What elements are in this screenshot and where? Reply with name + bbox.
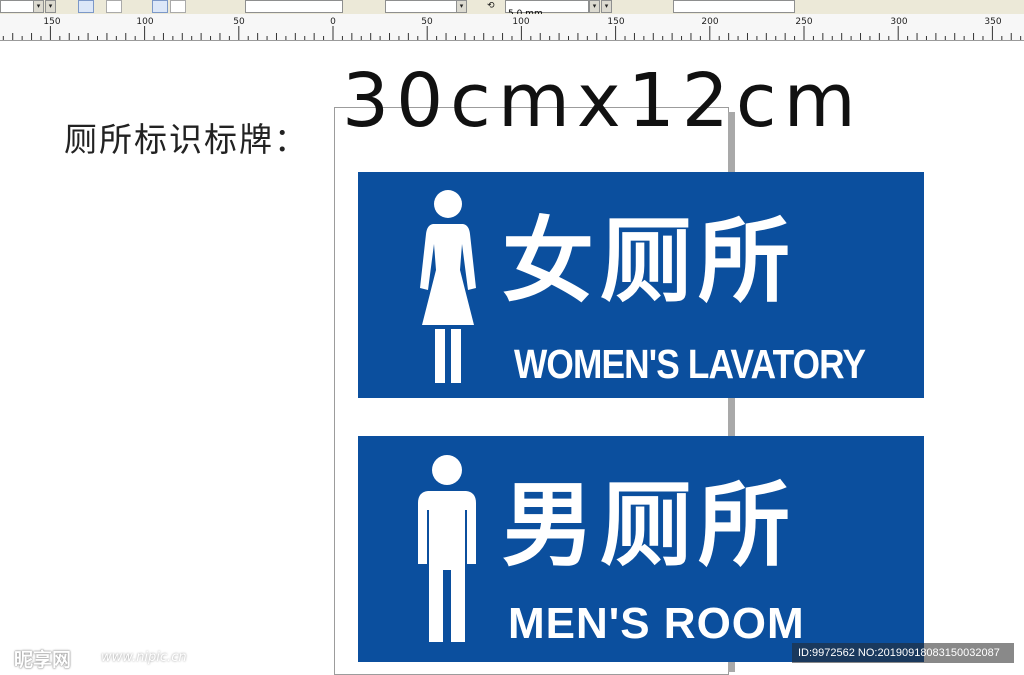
duplicate-distance-field[interactable]: 5.0 mm [505,0,589,19]
ruler-label: 250 [795,17,813,27]
horizontal-ruler[interactable]: 150 100 50 0 50 100 150 200 250 300 350 [0,14,1024,41]
ruler-label: 100 [136,17,154,27]
womens-lavatory-english: WOMEN'S LAVATORY [514,341,866,387]
mens-room-english: MEN'S ROOM [508,599,805,648]
units-select[interactable] [245,0,343,13]
male-figure-icon [418,455,476,642]
duplicate-distance-dropdown-2[interactable]: ▾ [601,0,612,13]
toolbar-dropdown-left[interactable]: ▾ [33,0,44,13]
ruler-label: 300 [890,17,908,27]
ruler-label: 50 [421,17,433,27]
dimensions-text: 30cmx12cm [342,58,863,144]
page-layout-button-2[interactable] [170,0,186,13]
page-layout-button[interactable] [152,0,168,13]
toolbar-field-right[interactable] [673,0,795,13]
mens-room-chinese: 男厕所 [502,472,797,579]
womens-lavatory-sign[interactable]: 女厕所 WOMEN'S LAVATORY [358,172,924,398]
ruler-label: 200 [701,17,719,27]
ruler-label: 100 [512,17,530,27]
ruler-label: 150 [607,17,625,27]
female-figure-icon [420,190,476,383]
duplicate-distance-dropdown[interactable]: ▾ [589,0,600,13]
ruler-label: 0 [330,17,336,27]
watermark-id: ID:9972562 NO:20190918083150032087 [792,643,1014,663]
toolbar-field-left[interactable] [0,0,34,13]
portrait-toggle-button[interactable] [78,0,94,13]
nudge-field[interactable] [385,0,457,13]
landscape-toggle-button[interactable] [106,0,122,13]
mens-room-sign[interactable]: 男厕所 MEN'S ROOM [358,436,924,662]
womens-lavatory-chinese: 女厕所 [502,208,797,315]
watermark-brand: 昵享网 [14,649,72,671]
toolbar-dropdown-left-2[interactable]: ▾ [45,0,56,13]
ruler-label: 50 [233,17,245,27]
watermark-url: www.nipic.cn [101,650,187,665]
ruler-label: 350 [984,17,1002,27]
caption-label: 厕所标识标牌： [64,120,309,159]
ruler-label: 150 [43,17,61,27]
property-toolbar: ▾ ▾ ▾ ⟲ 5.0 mm ▾ ▾ [0,0,1024,19]
duplicate-distance-icon: ⟲ [487,1,495,11]
nudge-dropdown[interactable]: ▾ [456,0,467,13]
